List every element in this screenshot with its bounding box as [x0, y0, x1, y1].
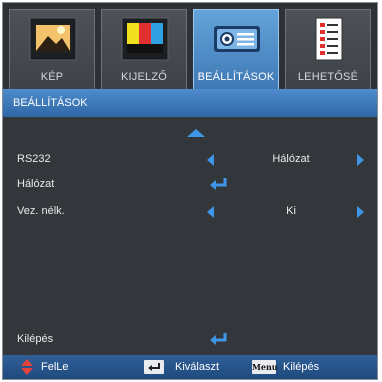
tab-label: BEÁLLÍTÁSOK	[197, 71, 275, 83]
tab-label: KÉP	[40, 71, 64, 83]
options-list-icon	[315, 17, 343, 61]
exit-hint: Kilépés	[283, 361, 320, 373]
remote-value: Ki	[286, 205, 296, 217]
osd-menu: KÉP KIJELZŐ BEÁLLÍTÁSOK LEHETŐSÉ BEÁLLÍT…	[2, 2, 378, 380]
rs232-value: Hálózat	[272, 153, 310, 165]
updown-arrow-icon	[21, 359, 33, 375]
projector-icon	[214, 26, 260, 52]
tab-label: LEHETŐSÉ	[297, 71, 359, 83]
tab-bar: KÉP KIJELZŐ BEÁLLÍTÁSOK LEHETŐSÉ	[3, 3, 377, 89]
remote-label: Vez. nélk.	[17, 205, 65, 217]
scroll-up-arrow-icon[interactable]	[187, 129, 205, 137]
rs232-label: RS232	[17, 153, 51, 165]
tab-options[interactable]: LEHETŐSÉ	[285, 9, 371, 89]
menu-key-icon: Menu	[252, 360, 278, 374]
tab-label: KIJELZŐ	[120, 71, 168, 83]
row-rs232[interactable]: RS232 Hálózat	[3, 149, 377, 171]
section-title: BEÁLLÍTÁSOK	[3, 89, 377, 117]
exit-label: Kilépés	[17, 333, 54, 345]
row-exit[interactable]: Kilépés	[3, 329, 377, 351]
settings-list: RS232 Hálózat Hálózat Vez. nélk. Ki Kilé…	[3, 117, 377, 353]
enter-key-icon	[144, 360, 164, 374]
arrow-right-icon[interactable]	[357, 206, 364, 218]
updown-hint: FelLe	[41, 361, 69, 373]
tab-picture[interactable]: KÉP	[9, 9, 95, 89]
tab-settings[interactable]: BEÁLLÍTÁSOK	[193, 9, 279, 89]
arrow-left-icon[interactable]	[207, 154, 214, 166]
footer-hint-bar: FelLe Kiválaszt Menu Kilépés	[3, 355, 377, 379]
network-label: Hálózat	[17, 178, 55, 190]
display-icon	[121, 17, 169, 61]
row-network[interactable]: Hálózat	[3, 174, 377, 196]
enter-icon[interactable]	[209, 331, 229, 347]
picture-icon	[29, 17, 77, 61]
enter-icon[interactable]	[209, 176, 229, 192]
arrow-right-icon[interactable]	[357, 154, 364, 166]
tab-display[interactable]: KIJELZŐ	[101, 9, 187, 89]
arrow-left-icon[interactable]	[207, 206, 214, 218]
select-hint: Kiválaszt	[175, 361, 220, 373]
row-remote[interactable]: Vez. nélk. Ki	[3, 201, 377, 223]
